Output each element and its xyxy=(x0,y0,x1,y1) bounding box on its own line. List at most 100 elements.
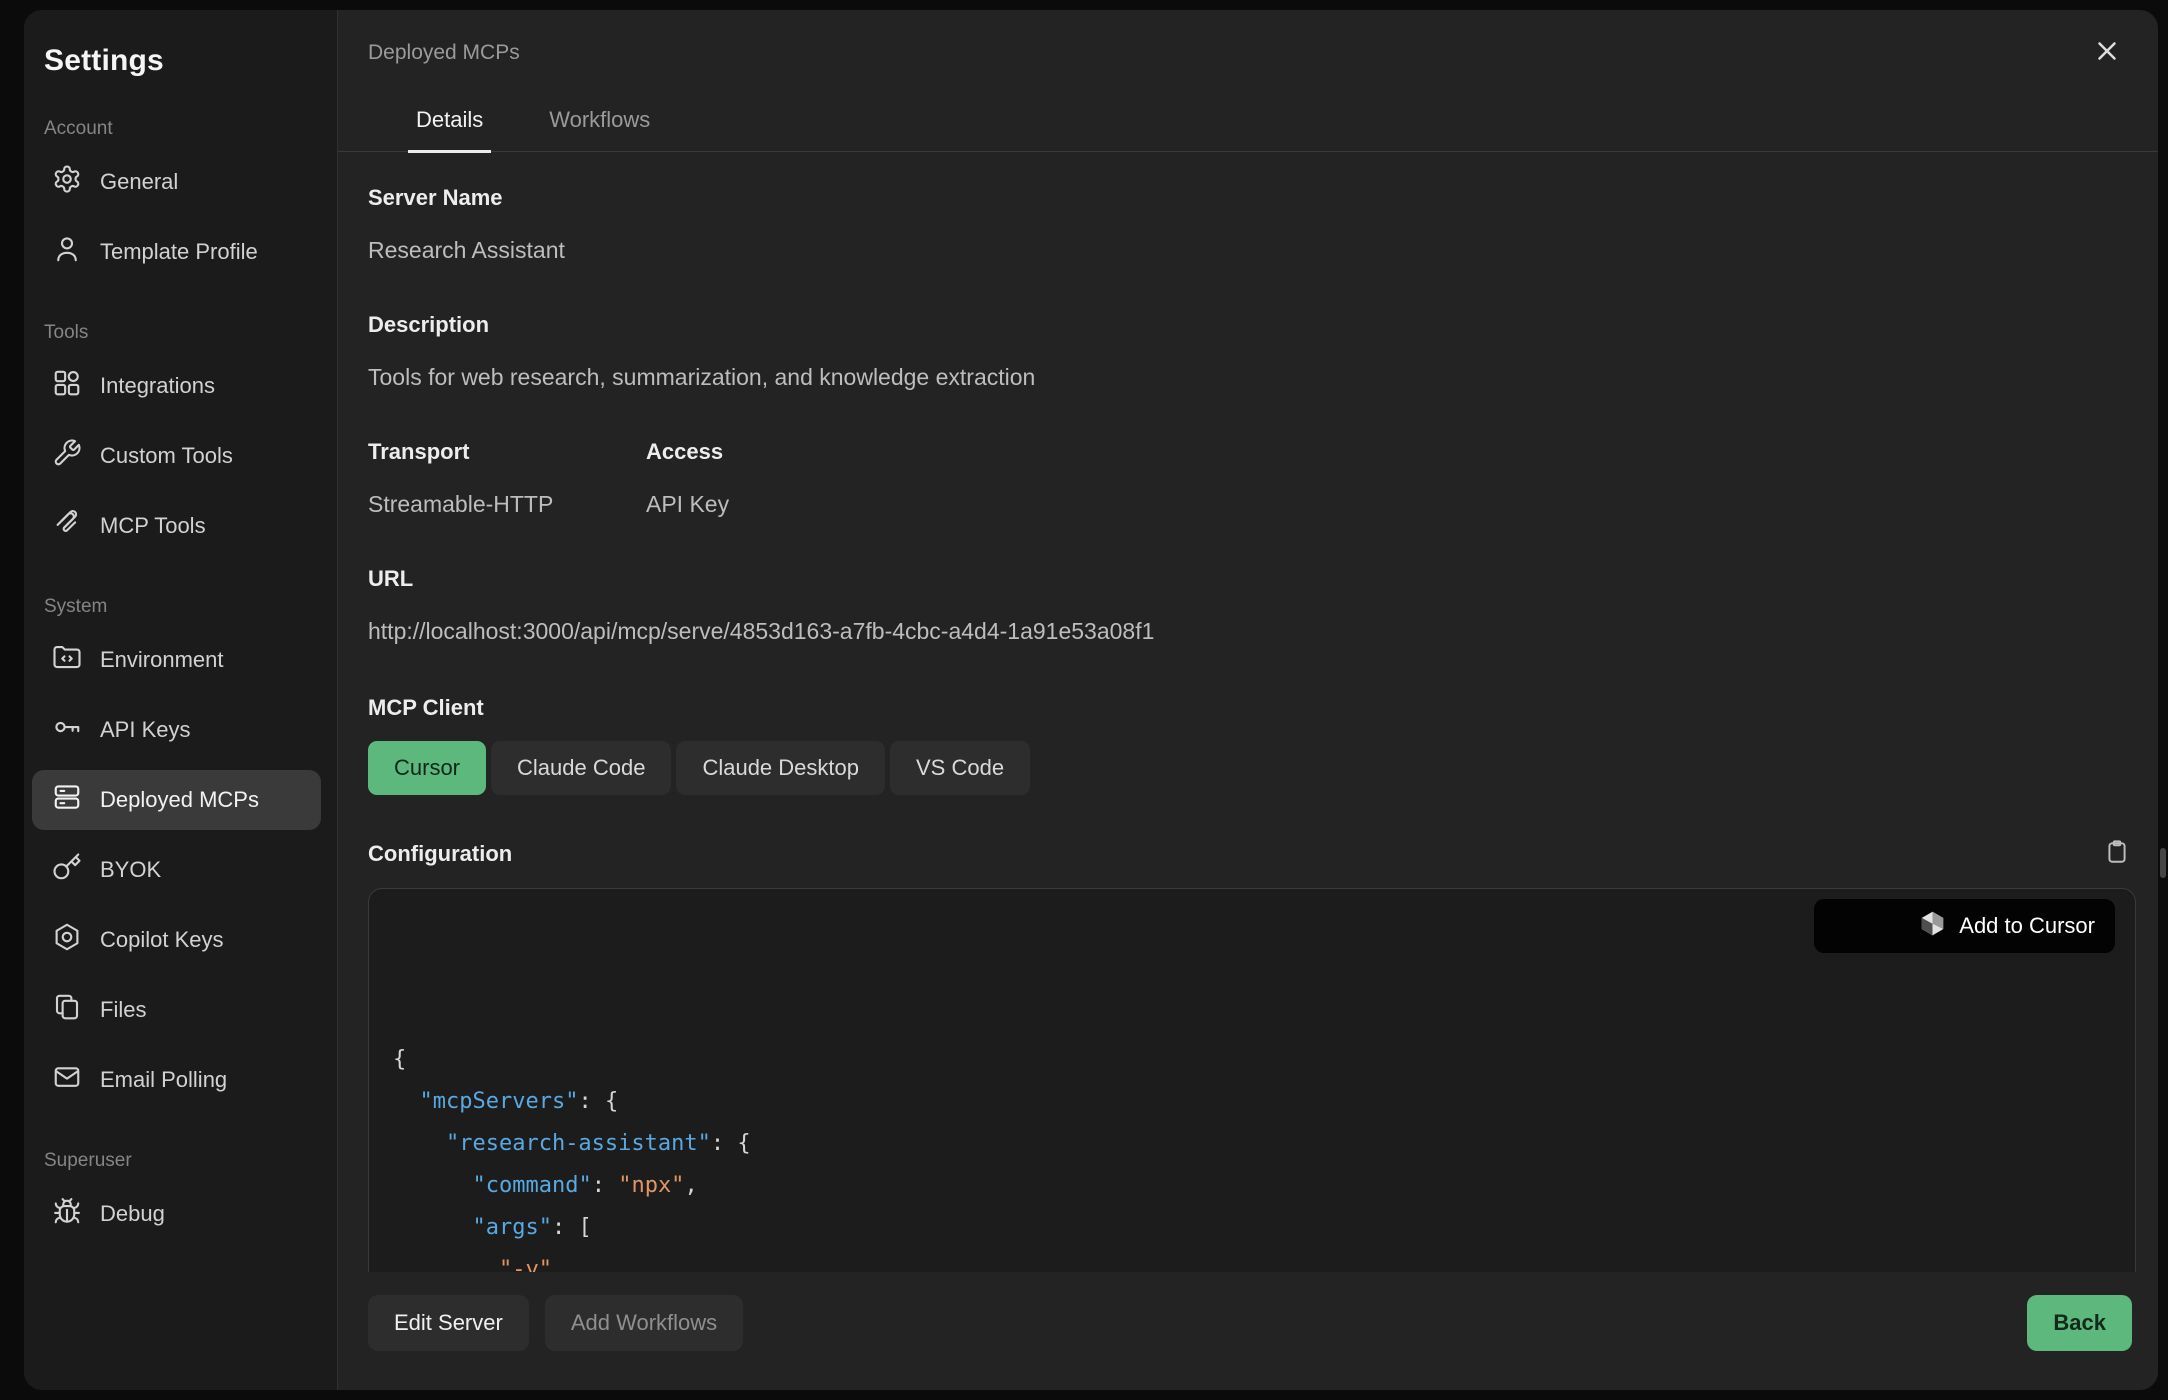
mcp-client-label: MCP Client xyxy=(368,695,2136,721)
folder-code-icon xyxy=(52,642,82,678)
sidebar-item-general[interactable]: General xyxy=(32,152,321,212)
transport-access-row: Transport Streamable-HTTP Access API Key xyxy=(368,439,2136,518)
page-scrollbar-thumb[interactable] xyxy=(2160,848,2166,878)
settings-sidebar: Settings Account General Template Profile T… xyxy=(24,10,338,1390)
hexagon-icon xyxy=(52,922,82,958)
mcp-client-chip-cursor[interactable]: Cursor xyxy=(368,741,486,795)
sidebar-item-mcp-tools[interactable]: MCP Tools xyxy=(32,496,321,556)
mcp-client-chip-claude-code[interactable]: Claude Code xyxy=(491,741,671,795)
sidebar-item-copilot-keys[interactable]: Copilot Keys xyxy=(32,910,321,970)
transport-label: Transport xyxy=(368,439,646,465)
sidebar-item-custom-tools[interactable]: Custom Tools xyxy=(32,426,321,486)
mcp-client-chip-vs-code[interactable]: VS Code xyxy=(890,741,1030,795)
url-value: http://localhost:3000/api/mcp/serve/4853… xyxy=(368,618,2136,645)
deployed-mcps-panel: Deployed MCPs Details Workflows Server Na… xyxy=(338,10,2158,1390)
sidebar-item-label: MCP Tools xyxy=(100,513,206,539)
code-line: "mcpServers": { xyxy=(393,1081,2111,1123)
section-header-superuser: Superuser xyxy=(44,1150,321,1172)
server-name-label: Server Name xyxy=(368,185,2136,211)
blocks-icon xyxy=(52,368,82,404)
sidebar-item-label: Template Profile xyxy=(100,239,258,265)
settings-title: Settings xyxy=(44,44,321,78)
panel-title: Deployed MCPs xyxy=(368,41,520,65)
sidebar-item-deployed-mcps[interactable]: Deployed MCPs xyxy=(32,770,321,830)
section-header-tools: Tools xyxy=(44,322,321,344)
description-field: Description Tools for web research, summ… xyxy=(368,312,2136,391)
access-value: API Key xyxy=(646,491,2136,518)
sidebar-item-label: Email Polling xyxy=(100,1067,227,1093)
settings-modal: Settings Account General Template Profile T… xyxy=(24,10,2158,1390)
key-round-icon xyxy=(52,852,82,888)
mcp-client-section: MCP Client CursorClaude CodeClaude Deskt… xyxy=(368,695,2136,795)
panel-footer: Edit Server Add Workflows Back xyxy=(338,1272,2158,1390)
code-line: "command": "npx", xyxy=(393,1165,2111,1207)
panel-header: Deployed MCPs xyxy=(368,10,2136,69)
access-label: Access xyxy=(646,439,2136,465)
sidebar-item-label: BYOK xyxy=(100,857,161,883)
sidebar-item-label: Deployed MCPs xyxy=(100,787,259,813)
tab-workflows[interactable]: Workflows xyxy=(541,97,658,151)
section-header-account: Account xyxy=(44,118,321,140)
code-line: "args": [ xyxy=(393,1207,2111,1249)
sidebar-item-label: Integrations xyxy=(100,373,215,399)
copy-configuration-button[interactable] xyxy=(2104,839,2130,868)
code-line: "research-assistant": { xyxy=(393,1123,2111,1165)
user-icon xyxy=(52,234,82,270)
mail-icon xyxy=(52,1062,82,1098)
add-to-cursor-label: Add to Cursor xyxy=(1959,913,2095,939)
url-label: URL xyxy=(368,566,2136,592)
sidebar-item-byok[interactable]: BYOK xyxy=(32,840,321,900)
cursor-cube-icon xyxy=(1834,888,1947,969)
add-to-cursor-button[interactable]: Add to Cursor xyxy=(1814,899,2115,953)
description-value: Tools for web research, summarization, a… xyxy=(368,364,2136,391)
wrench-icon xyxy=(52,438,82,474)
gear-icon xyxy=(52,164,82,200)
page-backdrop: Settings Account General Template Profile T… xyxy=(0,0,2168,1400)
sidebar-item-email-polling[interactable]: Email Polling xyxy=(32,1050,321,1110)
tab-bar: Details Workflows xyxy=(338,97,2158,152)
bug-icon xyxy=(52,1196,82,1232)
footer-left-buttons: Edit Server Add Workflows xyxy=(368,1295,743,1351)
sidebar-item-integrations[interactable]: Integrations xyxy=(32,356,321,416)
configuration-row: Configuration xyxy=(368,839,2136,868)
sidebar-item-label: Files xyxy=(100,997,146,1023)
server-icon xyxy=(52,782,82,818)
edit-server-button[interactable]: Edit Server xyxy=(368,1295,529,1351)
transport-field: Transport Streamable-HTTP xyxy=(368,439,646,518)
sidebar-item-api-keys[interactable]: API Keys xyxy=(32,700,321,760)
key-icon xyxy=(52,712,82,748)
sidebar-item-label: General xyxy=(100,169,178,195)
clipboard-icon xyxy=(2104,839,2130,868)
close-button[interactable] xyxy=(2092,36,2122,69)
mcp-client-chip-claude-desktop[interactable]: Claude Desktop xyxy=(676,741,885,795)
mcp-client-chips: CursorClaude CodeClaude DesktopVS Code xyxy=(368,741,2136,795)
sidebar-item-debug[interactable]: Debug xyxy=(32,1184,321,1244)
sidebar-item-label: Environment xyxy=(100,647,224,673)
files-icon xyxy=(52,992,82,1028)
sidebar-item-label: Custom Tools xyxy=(100,443,233,469)
back-button[interactable]: Back xyxy=(2027,1295,2132,1351)
code-lines: { "mcpServers": { "research-assistant": … xyxy=(393,1039,2111,1272)
description-label: Description xyxy=(368,312,2136,338)
sidebar-item-label: Copilot Keys xyxy=(100,927,224,953)
sidebar-item-label: Debug xyxy=(100,1201,165,1227)
panel-scroll-area[interactable]: Deployed MCPs Details Workflows Server Na… xyxy=(338,10,2158,1272)
mcp-icon xyxy=(52,508,82,544)
sidebar-item-files[interactable]: Files xyxy=(32,980,321,1040)
add-workflows-button[interactable]: Add Workflows xyxy=(545,1295,743,1351)
configuration-code-block[interactable]: Add to Cursor { "mcpServers": { "researc… xyxy=(368,888,2136,1272)
url-field: URL http://localhost:3000/api/mcp/serve/… xyxy=(368,566,2136,645)
close-icon xyxy=(2092,36,2122,69)
server-name-field: Server Name Research Assistant xyxy=(368,185,2136,264)
sidebar-item-label: API Keys xyxy=(100,717,190,743)
configuration-label: Configuration xyxy=(368,841,512,867)
sidebar-sections: Account General Template Profile Tools Integ… xyxy=(32,118,321,1244)
section-header-system: System xyxy=(44,596,321,618)
sidebar-item-environment[interactable]: Environment xyxy=(32,630,321,690)
sidebar-item-template-profile[interactable]: Template Profile xyxy=(32,222,321,282)
access-field: Access API Key xyxy=(646,439,2136,518)
server-name-value: Research Assistant xyxy=(368,237,2136,264)
code-line: { xyxy=(393,1039,2111,1081)
code-line: "-y", xyxy=(393,1249,2111,1272)
tab-details[interactable]: Details xyxy=(408,97,491,153)
